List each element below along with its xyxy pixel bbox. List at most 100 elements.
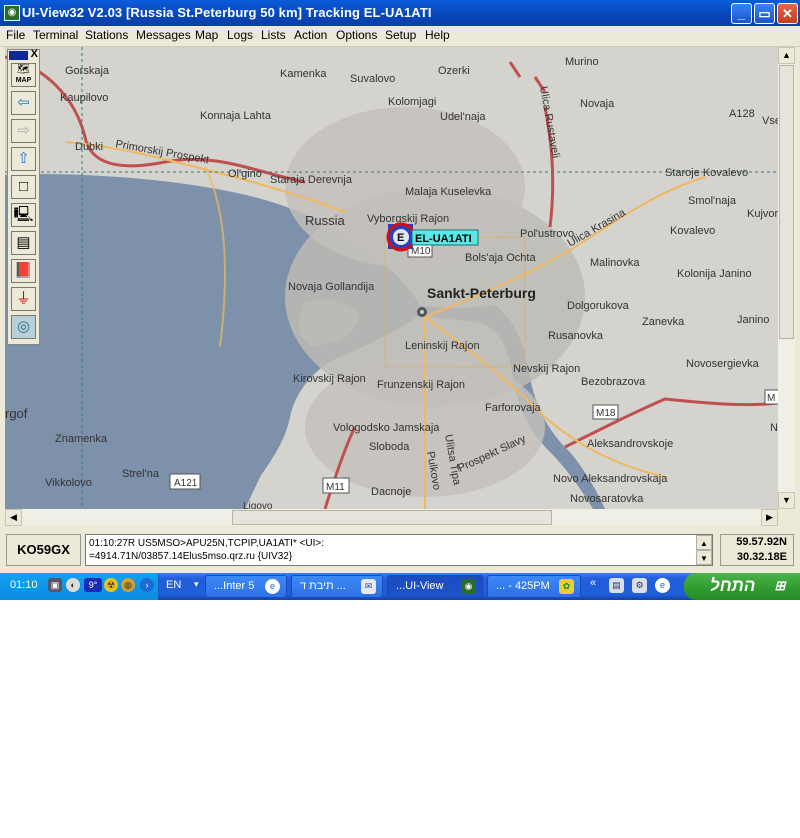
language-indicator[interactable]: EN: [166, 579, 181, 591]
shield-icon[interactable]: ◐: [66, 578, 80, 592]
scroll-down-button[interactable]: ▼: [778, 492, 795, 509]
radiation-icon[interactable]: ☢: [104, 578, 118, 592]
close-button[interactable]: ✕: [777, 3, 798, 24]
map-canvas[interactable]: Gorskaja Kaupilovo Dubki Primorskij Pros…: [5, 47, 778, 509]
window-title: UI-View32 V2.03 [Russia St.Peterburg 50 …: [22, 5, 432, 20]
map-label: Vyborgskij Rajon: [367, 213, 449, 225]
network-icon[interactable]: ▣: [48, 578, 62, 592]
expand-tray-icon[interactable]: ›: [140, 578, 154, 592]
menu-terminal[interactable]: Terminal: [33, 28, 78, 42]
task-label: ... - 425PM: [496, 580, 550, 592]
menu-action[interactable]: Action: [294, 28, 327, 42]
arrow-left-button[interactable]: ⇦: [11, 91, 36, 115]
arrow-right-button[interactable]: ⇨: [11, 119, 36, 143]
map-label: Bezobrazova: [581, 376, 646, 388]
vertical-scroll-thumb[interactable]: [779, 65, 794, 339]
title-bar[interactable]: ◉ UI-View32 V2.03 [Russia St.Peterburg 5…: [0, 0, 800, 26]
message-scroll-up[interactable]: ▲: [696, 535, 712, 550]
uiview-icon: ◉: [461, 579, 476, 594]
task-button[interactable]: תיבת ד ... ✉: [291, 575, 383, 598]
map-label: Kujvor: [747, 208, 778, 220]
map-tool-button[interactable]: 🗺 MAP: [11, 63, 36, 87]
task-button[interactable]: ...Inter 5 e: [205, 575, 287, 598]
menu-file[interactable]: File: [6, 28, 25, 42]
coordinates-box: 59.57.92N 30.32.18E: [720, 534, 794, 566]
globe-tray-icon[interactable]: ◍: [121, 578, 135, 592]
map-label: M11: [326, 482, 345, 493]
map-label: Konnaja Lahta: [200, 110, 272, 122]
book-button[interactable]: 📕: [11, 259, 36, 283]
map-label: Frunzenskij Rajon: [377, 379, 465, 391]
horizontal-scroll-thumb[interactable]: [232, 510, 552, 525]
map-label: Russia: [305, 213, 346, 228]
start-button[interactable]: התחל ⊞: [684, 573, 800, 600]
desktop-icon[interactable]: ▤: [609, 578, 624, 593]
computer-icon: 🖳: [13, 206, 34, 223]
tool-panel-caption[interactable]: X: [8, 49, 39, 61]
menu-setup[interactable]: Setup: [385, 28, 416, 42]
message-scrollbar[interactable]: ▲ ▼: [696, 535, 712, 565]
tool-panel-close-button[interactable]: X: [31, 49, 38, 60]
map-label: M10: [411, 246, 431, 257]
message-line: 01:10:27R US5MSO>APU25N,TCPIP,UA1ATI* <U…: [89, 538, 325, 549]
language-menu-arrow-icon[interactable]: ▾: [194, 579, 199, 590]
map-label: rgof: [5, 406, 28, 421]
map-label: Farforovaja: [485, 402, 542, 414]
media-icon[interactable]: ⚙: [632, 578, 647, 593]
task-button-active[interactable]: ...UI-View ◉: [387, 575, 483, 598]
arrow-up-button[interactable]: ⇧: [11, 147, 36, 171]
scroll-up-button[interactable]: ▲: [778, 47, 795, 64]
scroll-right-button[interactable]: ▶: [761, 509, 778, 526]
antenna-button[interactable]: ⏚: [11, 287, 36, 311]
menu-logs[interactable]: Logs: [227, 28, 253, 42]
weather-icon[interactable]: 9°: [84, 578, 102, 592]
map-label: M18: [596, 408, 616, 419]
map-label: Dacnoje: [371, 486, 411, 498]
menu-options[interactable]: Options: [336, 28, 377, 42]
menu-lists[interactable]: Lists: [261, 28, 286, 42]
arrow-up-icon: ⇧: [17, 150, 30, 167]
outlook-icon: ✉: [361, 579, 376, 594]
horizontal-scrollbar[interactable]: ◀ ▶: [5, 509, 778, 526]
menu-help[interactable]: Help: [425, 28, 450, 42]
map-label: Kirovskij Rajon: [293, 373, 366, 385]
square-button[interactable]: □: [11, 175, 36, 199]
list-button[interactable]: ▤: [11, 231, 36, 255]
globe-icon: ◎: [16, 318, 31, 335]
station-callsign-label[interactable]: EL-UA1ATI: [415, 233, 472, 245]
menu-map[interactable]: Map: [195, 28, 218, 42]
map-label: Murino: [565, 56, 599, 68]
message-box[interactable]: 01:10:27R US5MSO>APU25N,TCPIP,UA1ATI* <U…: [85, 534, 713, 566]
map-view[interactable]: Gorskaja Kaupilovo Dubki Primorskij Pros…: [5, 47, 778, 509]
globe-button[interactable]: ◎: [11, 315, 36, 339]
map-label: Novaja Gollandija: [288, 281, 375, 293]
antenna-icon: ⏚: [15, 290, 31, 307]
map-label: Dolgorukova: [567, 300, 630, 312]
quick-launch-expand-icon[interactable]: «: [588, 576, 598, 591]
ie-quick-icon[interactable]: e: [655, 578, 670, 593]
message-scroll-down[interactable]: ▼: [696, 550, 712, 565]
task-label: ...UI-View: [396, 580, 444, 592]
map-label: Novosergievka: [686, 358, 760, 370]
vertical-scrollbar[interactable]: ▲ ▼: [778, 47, 795, 509]
tool-panel: X 🗺 MAP ⇦ ⇨ ⇧ □ 🖳 ▤ 📕 ⏚ ◎: [7, 49, 40, 345]
computer-button[interactable]: 🖳: [11, 203, 36, 227]
menu-stations[interactable]: Stations: [85, 28, 128, 42]
map-label: Kolonija Janino: [677, 268, 752, 280]
map-label: Sankt-Peterburg: [427, 285, 536, 301]
app-icon[interactable]: ◉: [4, 5, 20, 21]
butterfly-icon: ✿: [559, 579, 574, 594]
map-label: Novaja: [580, 98, 615, 110]
map-label: Gorskaja: [65, 65, 110, 77]
menu-messages[interactable]: Messages: [136, 28, 191, 42]
map-label: Staroje Kovalevo: [665, 167, 748, 179]
minimize-button[interactable]: _: [731, 3, 752, 24]
taskbar: 01:10 ▣ ◐ 9° ☢ ◍ › EN ▾ ...Inter 5 e תיב…: [0, 573, 800, 600]
clock[interactable]: 01:10: [10, 579, 38, 591]
map-label: M: [767, 393, 775, 404]
maximize-button[interactable]: ▭: [754, 3, 775, 24]
task-button[interactable]: ... - 425PM ✿: [487, 575, 581, 598]
map-label: Smol'naja: [688, 195, 737, 207]
scroll-left-button[interactable]: ◀: [5, 509, 22, 526]
ie-icon: e: [265, 579, 280, 594]
